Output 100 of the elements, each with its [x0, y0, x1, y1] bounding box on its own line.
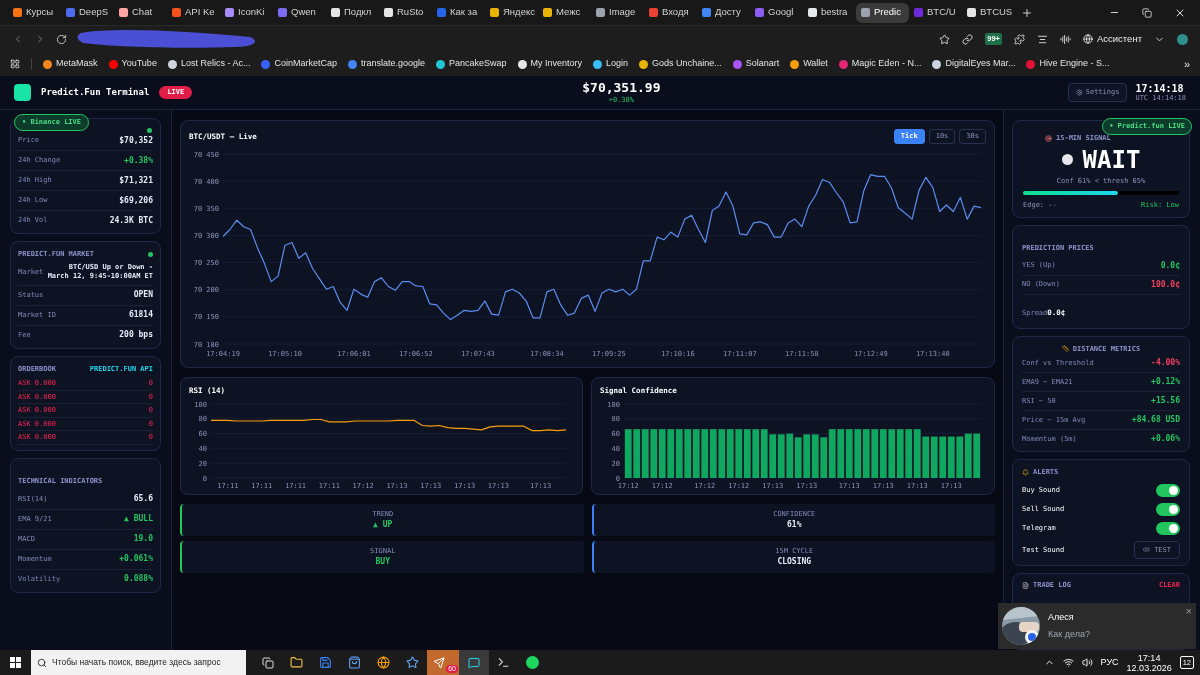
terminal-icon[interactable] [497, 656, 510, 669]
browser-tab[interactable]: Курсы [8, 2, 61, 23]
bell-icon [1022, 468, 1029, 476]
new-tab-icon[interactable] [1021, 6, 1033, 19]
volume-icon[interactable] [1081, 657, 1093, 668]
browser-tab[interactable]: Яндекс [485, 2, 538, 23]
profile-icon[interactable] [1177, 33, 1188, 45]
browser-tab[interactable]: BTCUS [962, 2, 1015, 23]
clock-time: 17:14:18 [1135, 82, 1185, 94]
more-bookmarks[interactable]: » [1183, 55, 1190, 73]
browser-tab[interactable]: Image [591, 2, 644, 23]
browser-tab[interactable]: Chat [114, 2, 167, 23]
reload-icon[interactable] [56, 33, 67, 45]
bookmark-item[interactable]: PancakeSwap [436, 57, 507, 71]
app-title: Predict.Fun Terminal [41, 85, 150, 99]
browser-tab[interactable]: DeepS [61, 2, 114, 23]
row-value: ▲ BULL [124, 513, 153, 525]
bookmark-item[interactable]: Login [593, 57, 629, 71]
bookmark-item[interactable]: My Inventory [517, 57, 583, 71]
browser-tab[interactable]: Подкл [326, 2, 379, 23]
browser-tab[interactable]: Как за [432, 2, 485, 23]
row-value: 61814 [128, 309, 153, 321]
extensions-icon[interactable] [1013, 33, 1025, 45]
star-app-icon[interactable] [406, 656, 419, 669]
send-icon [433, 656, 445, 669]
assistant-button[interactable]: Ассистент [1082, 31, 1142, 47]
browser-tab[interactable]: Досту [697, 2, 750, 23]
row-value: -4.00% [1151, 357, 1180, 369]
link-icon[interactable] [962, 33, 974, 45]
taskbar-search[interactable]: Чтобы начать поиск, введите здесь запрос [31, 650, 246, 675]
row-value: OPEN [133, 289, 153, 301]
app-icon [468, 656, 480, 669]
bookmark-item[interactable]: CoinMarketCap [261, 57, 337, 71]
apps-icon[interactable] [10, 59, 20, 69]
bookmark-item[interactable]: translate.google [347, 57, 425, 71]
folder-icon[interactable] [290, 656, 303, 669]
row-value: 0.088% [124, 573, 153, 585]
bookmark-item[interactable]: Solanart [732, 57, 780, 71]
assistant-icon [1082, 34, 1093, 44]
task-view-icon[interactable] [262, 656, 274, 669]
log-icon [1022, 581, 1029, 589]
row-value: 24.3K BTC [109, 214, 153, 227]
toggle-switch[interactable] [1156, 521, 1180, 535]
network-icon[interactable] [1062, 657, 1074, 668]
row-value: $71,321 [119, 174, 153, 187]
floppy-icon[interactable] [319, 656, 332, 669]
bookmark-item[interactable]: Lost Relics - Ac... [167, 57, 251, 71]
row-value: +0.12% [1151, 376, 1180, 388]
browser-tab[interactable]: Googl [750, 2, 803, 23]
bookmark-item[interactable]: DigitalEyes Mar... [932, 57, 1016, 71]
toggle-switch[interactable] [1156, 502, 1180, 516]
row-value: 65.6 [133, 493, 153, 505]
row-value: +0.061% [119, 553, 153, 565]
browser-tab[interactable]: API Ke [167, 2, 220, 23]
row-value: $70,352 [119, 134, 153, 147]
browser-tab[interactable]: Входя [644, 2, 697, 23]
target-icon [1045, 134, 1052, 142]
browser-tab[interactable]: RuSto [379, 2, 432, 23]
browser-tab[interactable]: Predic [856, 2, 909, 23]
bookmark-item[interactable]: MetaMask [43, 57, 98, 71]
ruler-icon [1061, 345, 1069, 353]
browser-tab[interactable]: Межс [538, 2, 591, 23]
row-value: $69,206 [119, 194, 153, 207]
tile-value: ▲ UP [373, 519, 393, 532]
notification-toast[interactable]: Алеся Как дела? × [998, 603, 1196, 649]
app-logo [14, 84, 31, 101]
row-value: 200 bps [119, 329, 153, 341]
sender-name: Алеся [1048, 611, 1075, 624]
browser-tab[interactable]: IconKi [220, 2, 273, 23]
signal-value: WAIT [1082, 145, 1141, 174]
tile-value: 61% [787, 519, 802, 532]
search-icon [37, 657, 47, 668]
bookmark-item[interactable]: Wallet [790, 57, 828, 71]
row-value: 19.0 [133, 533, 153, 545]
row-value: +0.06% [1151, 433, 1180, 445]
browser-tab[interactable]: bestra [803, 2, 856, 23]
music-app-icon[interactable] [526, 656, 539, 669]
row-value: +15.56 [1151, 395, 1180, 407]
language-indicator[interactable]: РУС [1100, 655, 1119, 670]
restore-icon[interactable] [1142, 7, 1152, 18]
close-button[interactable]: × [1185, 603, 1192, 620]
row-value: +84.68 USD [1131, 414, 1180, 426]
voice-icon[interactable] [1059, 33, 1071, 45]
row-value: 0.0¢ [1160, 259, 1180, 272]
bookmark-item[interactable]: Gods Unchaine... [639, 57, 722, 71]
bookmark-item[interactable]: Magic Eden - N... [838, 57, 922, 71]
windows-icon[interactable] [10, 657, 21, 668]
message-preview: Как дела? [1048, 627, 1090, 641]
store-icon[interactable] [348, 656, 361, 669]
browser-tab[interactable]: BTC/U [909, 2, 962, 23]
bookmark-item[interactable]: YouTube [108, 57, 157, 71]
toggle-switch[interactable] [1156, 483, 1180, 497]
browser-tab[interactable]: Qwen [273, 2, 326, 23]
taskbar-clock[interactable]: 17:14 12.03.2026 [1126, 652, 1172, 673]
btc-price: $70,351.99 [582, 79, 661, 95]
menu-icon[interactable] [1036, 33, 1048, 45]
active-taskbar-item[interactable] [459, 650, 489, 675]
bookmark-item[interactable]: Hive Engine - S... [1026, 57, 1110, 71]
browser-icon[interactable] [377, 656, 390, 669]
bookmark-star-icon[interactable] [939, 33, 951, 45]
